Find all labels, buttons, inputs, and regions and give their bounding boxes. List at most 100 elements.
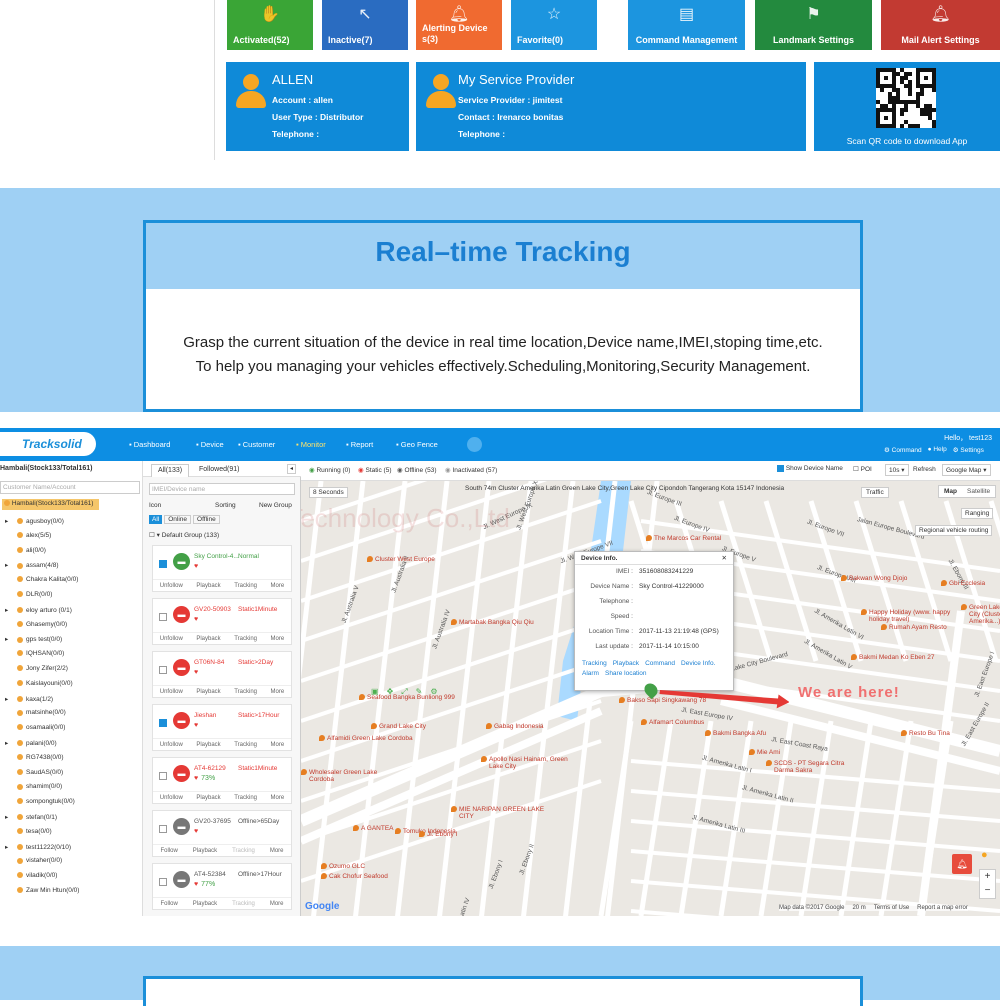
device-checkbox[interactable] — [159, 878, 167, 886]
nav-monitor[interactable]: ▪ Monitor — [296, 440, 326, 449]
place-label[interactable]: A GANTEA — [353, 825, 394, 832]
collapse-icon[interactable]: ◂ — [287, 464, 296, 474]
map-tool-icon[interactable]: ✥ — [387, 687, 394, 697]
heart-icon[interactable]: ♥ — [194, 563, 198, 570]
default-group[interactable]: ☐ ▾ Default Group (133) — [149, 531, 219, 539]
device-action-playback[interactable]: Playback — [193, 848, 217, 854]
place-label[interactable]: Gabag Indonesia — [486, 723, 544, 730]
help-link[interactable]: ● Help — [928, 446, 947, 454]
refresh-interval-select[interactable]: 10s ▾ — [885, 464, 909, 476]
device-action-unfollow[interactable]: Unfollow — [160, 583, 183, 589]
device-action-more[interactable]: More — [271, 583, 285, 589]
tree-item[interactable]: Chakra Kalita(0/0) — [5, 576, 78, 583]
ranging-button[interactable]: Ranging — [961, 508, 994, 519]
device-action-more[interactable]: More — [271, 689, 285, 695]
heart-icon[interactable]: ♥ 73% — [194, 775, 215, 782]
place-label[interactable]: Cak Chofur Seafood — [321, 873, 388, 880]
device-action-tracking[interactable]: Tracking — [234, 583, 257, 589]
tree-item[interactable]: SaudAS(0/0) — [5, 769, 63, 776]
tile-flag[interactable]: ⚑ Landmark Settings — [755, 0, 872, 50]
tree-item[interactable]: Jony Zifer(2/2) — [5, 665, 68, 672]
place-label[interactable]: Ozumo GLC — [321, 863, 365, 870]
device-action-playback[interactable]: Playback — [196, 689, 220, 695]
search-icon[interactable] — [467, 437, 482, 452]
place-label[interactable]: Grand Lake City — [371, 723, 426, 730]
heart-icon[interactable]: ♥ — [194, 828, 198, 835]
map-tool-icon[interactable]: ⚙ — [430, 687, 437, 697]
device-card[interactable]: ▬ AT4-52384 Offline>17Hour ♥ 77% Follow Playba… — [152, 863, 292, 910]
place-label[interactable]: Bakwan Wong Djojo — [841, 575, 907, 582]
device-checkbox[interactable] — [159, 719, 167, 727]
tree-item[interactable]: RG7438(0/0) — [5, 754, 64, 761]
tree-item[interactable]: vistaher(0/0) — [5, 857, 62, 864]
new-group-button[interactable]: New Group — [259, 502, 292, 509]
device-action-more[interactable]: More — [270, 901, 284, 907]
device-action-unfollow[interactable]: Unfollow — [160, 689, 183, 695]
tree-item[interactable]: ▸ gps test(0/0) — [5, 635, 62, 643]
expand-icon[interactable]: ▸ — [5, 843, 9, 851]
device-card[interactable]: ▬ GV20-37695 Offline>65Day ♥ Follow Playback T… — [152, 810, 292, 857]
map-type-select[interactable]: Google Map ▾ — [942, 464, 991, 476]
tree-item[interactable]: matsinhe(0/0) — [5, 709, 66, 716]
place-label[interactable]: Alfamidi Green Lake Cordoba — [319, 735, 413, 742]
device-action-playback[interactable]: Playback — [196, 636, 220, 642]
satellite-button[interactable]: Satellite — [962, 486, 995, 497]
tree-item[interactable]: Kaislayouni(0/0) — [5, 680, 73, 687]
nav-report[interactable]: ▪ Report — [346, 440, 373, 449]
place-label[interactable]: SCDS - PT Segara Citra Darma Sakra — [766, 760, 864, 774]
info-link[interactable]: Device Info. — [681, 660, 715, 667]
regional-routing-button[interactable]: Regional vehicle routing — [915, 525, 993, 536]
expand-icon[interactable]: ▸ — [5, 606, 9, 614]
device-action-unfollow[interactable]: Unfollow — [160, 795, 183, 801]
imei-search-input[interactable]: IMEI/Device name — [149, 483, 295, 495]
place-label[interactable]: Cluster West Europe — [367, 556, 435, 563]
tree-item[interactable]: viladik(0/0) — [5, 872, 57, 879]
device-checkbox[interactable] — [159, 666, 167, 674]
tree-item[interactable]: sompongtuk(0/0) — [5, 798, 75, 805]
show-device-name-toggle[interactable]: Show Device Name — [777, 465, 843, 472]
device-checkbox[interactable] — [159, 825, 167, 833]
map-button[interactable]: Map — [939, 486, 962, 497]
tree-item[interactable]: tesa(0/0) — [5, 828, 52, 835]
tree-item[interactable]: ▸ palani(0/0) — [5, 739, 57, 747]
info-link[interactable]: Command — [645, 660, 675, 667]
place-label[interactable]: Alfamart Columbus — [641, 719, 704, 726]
status-running[interactable]: ◉ Running (0) — [309, 466, 350, 474]
place-label[interactable]: Rumah Ayam Resto — [881, 624, 947, 631]
settings-link[interactable]: ⚙ Settings — [953, 446, 984, 454]
device-action-tracking[interactable]: Tracking — [232, 848, 255, 854]
tab-all[interactable]: All(133) — [151, 464, 189, 477]
filter-online[interactable]: Online — [164, 515, 192, 524]
info-link[interactable]: Playback — [613, 660, 639, 667]
expand-icon[interactable]: ▸ — [5, 517, 9, 525]
heart-icon[interactable]: ♥ — [194, 722, 198, 729]
device-action-more[interactable]: More — [270, 848, 284, 854]
filter-all[interactable]: All — [149, 515, 163, 524]
close-icon[interactable]: ✕ — [722, 554, 727, 562]
status-inactivated[interactable]: ◉ Inactivated (57) — [445, 466, 497, 474]
status-offline[interactable]: ◉ Offline (53) — [397, 466, 437, 474]
device-card[interactable]: ▬ AT4-62129 Static1Minute ♥ 73% Unfollow Playb… — [152, 757, 292, 804]
sorting-button[interactable]: Sorting — [215, 502, 236, 509]
device-action-more[interactable]: More — [271, 742, 285, 748]
heart-icon[interactable]: ♥ 77% — [194, 881, 215, 888]
customer-search-input[interactable]: Customer Name/Account — [0, 481, 140, 494]
tree-item[interactable]: DLR(0/0) — [5, 591, 52, 598]
info-link[interactable]: Share location — [605, 670, 647, 677]
tree-item[interactable]: shamim(0/0) — [5, 783, 62, 790]
tile-notebook[interactable]: ▤ Command Management — [628, 0, 745, 50]
place-label[interactable]: Bakmi Bangka Afu — [705, 730, 766, 737]
tree-item[interactable]: ▸ eloy arturo (0/1) — [5, 606, 72, 614]
nav-customer[interactable]: ▪ Customer — [238, 440, 275, 449]
tile-bell[interactable]: 🔔︎ Alerting Device s(3) — [416, 0, 502, 50]
device-card[interactable]: ▬ GT06N-84 Static>2Day ♥ Unfollow Playback Tra… — [152, 651, 292, 698]
device-action-tracking[interactable]: Tracking — [232, 901, 255, 907]
device-action-unfollow[interactable]: Unfollow — [160, 742, 183, 748]
place-label[interactable]: Martabak Bangka Qiu Qiu — [451, 619, 534, 626]
qr-code-icon[interactable] — [876, 68, 936, 128]
device-action-more[interactable]: More — [271, 795, 285, 801]
device-action-tracking[interactable]: Tracking — [234, 795, 257, 801]
tree-item[interactable]: osamaali(0/0) — [5, 724, 65, 731]
device-action-playback[interactable]: Playback — [193, 901, 217, 907]
heart-icon[interactable]: ♥ — [194, 669, 198, 676]
